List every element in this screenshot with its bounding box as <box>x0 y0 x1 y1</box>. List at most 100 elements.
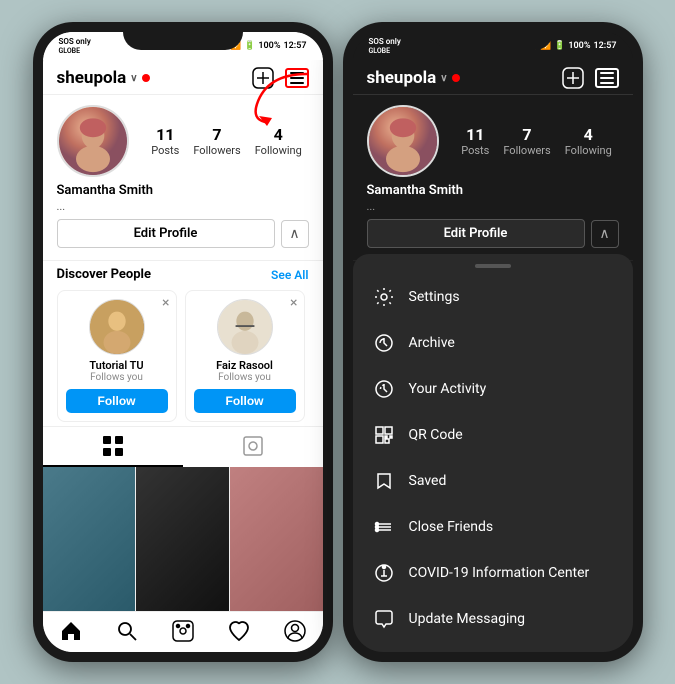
right-phone: SOS onlyGLOBE 📶 🛜 🔋 100% 12:57 sheupola … <box>343 22 643 662</box>
ig-header-left: sheupola ∨ <box>43 60 323 95</box>
search-nav-left[interactable] <box>114 618 140 644</box>
menu-button-right[interactable] <box>595 68 619 88</box>
menu-item-friends[interactable]: Close Friends <box>353 504 633 550</box>
friends-icon <box>373 516 395 538</box>
discover-title-left: Discover People <box>57 267 152 282</box>
username-chevron-right: ∨ <box>440 73 447 84</box>
see-all-left[interactable]: See All <box>271 268 308 282</box>
menu-item-covid[interactable]: COVID-19 Information Center <box>353 550 633 596</box>
home-nav-left[interactable] <box>58 618 84 644</box>
menu-item-messaging[interactable]: Update Messaging <box>353 596 633 642</box>
thumb-2 <box>136 467 229 611</box>
menu-line-3 <box>290 82 304 84</box>
tagged-tab-left[interactable] <box>183 427 323 467</box>
username-chevron-left: ∨ <box>130 73 137 84</box>
followers-label-left: Followers <box>193 144 240 157</box>
follow-button-tutorial[interactable]: Follow <box>66 389 168 413</box>
menu-line-2 <box>290 77 304 79</box>
qr-label: QR Code <box>409 427 463 443</box>
profile-name-left: Samantha Smith <box>57 183 309 198</box>
menu-line-1 <box>290 72 304 74</box>
avatar-right <box>367 105 439 177</box>
profile-name-right: Samantha Smith <box>367 183 619 198</box>
menu-item-qr[interactable]: QR Code <box>353 412 633 458</box>
covid-label: COVID-19 Information Center <box>409 565 590 581</box>
notch-right <box>433 22 553 50</box>
person-card-faiz: × Faiz Rasool <box>185 290 305 422</box>
right-phone-screen: SOS onlyGLOBE 📶 🛜 🔋 100% 12:57 sheupola … <box>353 32 633 652</box>
discover-section-left: Discover People See All × <box>43 260 323 426</box>
posts-stat-left[interactable]: 11 Posts <box>151 125 179 157</box>
menu-line-r2 <box>600 77 614 79</box>
activity-label: Your Activity <box>409 381 487 397</box>
time-left: 12:57 <box>283 41 306 51</box>
header-icons-left <box>251 66 309 90</box>
close-tutorial[interactable]: × <box>162 295 169 311</box>
following-label-left: Following <box>255 144 302 157</box>
followers-num-right: 7 <box>522 125 531 144</box>
person-card-tutorial: × Tutorial TU Follows you <box>57 290 177 422</box>
menu-item-activity[interactable]: Your Activity <box>353 366 633 412</box>
followers-num-left: 7 <box>212 125 221 144</box>
left-phone: SOS onlyGLOBE 📶 🛜 🔋 100% 12:57 sheupola … <box>33 22 333 662</box>
reels-nav-left[interactable] <box>170 618 196 644</box>
edit-profile-button-right[interactable]: Edit Profile <box>367 219 585 248</box>
bottom-nav-left <box>43 611 323 652</box>
stats-left: 11 Posts 7 Followers 4 Following <box>145 125 309 157</box>
posts-num-left: 11 <box>156 125 174 144</box>
menu-item-archive[interactable]: Archive <box>353 320 633 366</box>
edit-profile-row-left: Edit Profile ∧ <box>57 219 309 248</box>
battery-icon-right: 🔋 <box>554 41 565 51</box>
grid-tab-left[interactable] <box>43 427 183 467</box>
following-stat-right[interactable]: 4 Following <box>565 125 612 157</box>
profile-row-left: 11 Posts 7 Followers 4 Following <box>57 105 309 177</box>
chevron-up-left[interactable]: ∧ <box>281 220 309 248</box>
following-num-right: 4 <box>584 125 593 144</box>
grid-tab-row-left <box>43 426 323 467</box>
close-faiz[interactable]: × <box>290 295 297 311</box>
menu-item-saved[interactable]: Saved <box>353 458 633 504</box>
battery-pct-right: 100% <box>568 41 590 51</box>
person-name-faiz: Faiz Rasool <box>216 359 273 372</box>
time-right: 12:57 <box>593 41 616 51</box>
grid-section-left <box>43 467 323 611</box>
stats-right: 11 Posts 7 Followers 4 Following <box>455 125 619 157</box>
menu-button-left[interactable] <box>285 68 309 88</box>
edit-profile-button-left[interactable]: Edit Profile <box>57 219 275 248</box>
settings-label: Settings <box>409 289 460 305</box>
menu-line-r1 <box>600 72 614 74</box>
profile-nav-left[interactable] <box>282 618 308 644</box>
notification-dot-right <box>452 74 460 82</box>
person-name-tutorial: Tutorial TU <box>89 359 143 372</box>
add-button-right[interactable] <box>561 66 585 90</box>
profile-row-right: 11 Posts 7 Followers 4 Following <box>367 105 619 177</box>
add-button-left[interactable] <box>251 66 275 90</box>
profile-section-right: 11 Posts 7 Followers 4 Following Sama <box>353 95 633 260</box>
battery-pct: 100% <box>258 41 280 51</box>
notification-dot-left <box>142 74 150 82</box>
discover-header-left: Discover People See All <box>57 267 309 282</box>
follow-button-faiz[interactable]: Follow <box>194 389 296 413</box>
settings-icon <box>373 286 395 308</box>
thumb-3 <box>230 467 323 611</box>
following-stat-left[interactable]: 4 Following <box>255 125 302 157</box>
followers-label-right: Followers <box>503 144 550 157</box>
followers-stat-left[interactable]: 7 Followers <box>193 125 240 157</box>
saved-icon <box>373 470 395 492</box>
menu-item-settings[interactable]: Settings <box>353 274 633 320</box>
posts-label-right: Posts <box>461 144 489 157</box>
edit-profile-row-right: Edit Profile ∧ <box>367 219 619 248</box>
menu-handle <box>475 264 511 268</box>
username-text-left: sheupola <box>57 68 127 88</box>
left-phone-screen: SOS onlyGLOBE 📶 🛜 🔋 100% 12:57 sheupola … <box>43 32 323 652</box>
carrier-right: SOS onlyGLOBE <box>369 37 401 55</box>
posts-stat-right[interactable]: 11 Posts <box>461 125 489 157</box>
heart-nav-left[interactable] <box>226 618 252 644</box>
followers-stat-right[interactable]: 7 Followers <box>503 125 550 157</box>
ig-header-right: sheupola ∨ <box>353 60 633 95</box>
chevron-up-right[interactable]: ∧ <box>591 220 619 248</box>
avatar-img-left <box>59 107 127 175</box>
friends-label: Close Friends <box>409 519 494 535</box>
username-text-right: sheupola <box>367 68 437 88</box>
profile-section-left: 11 Posts 7 Followers 4 Following Sama <box>43 95 323 260</box>
